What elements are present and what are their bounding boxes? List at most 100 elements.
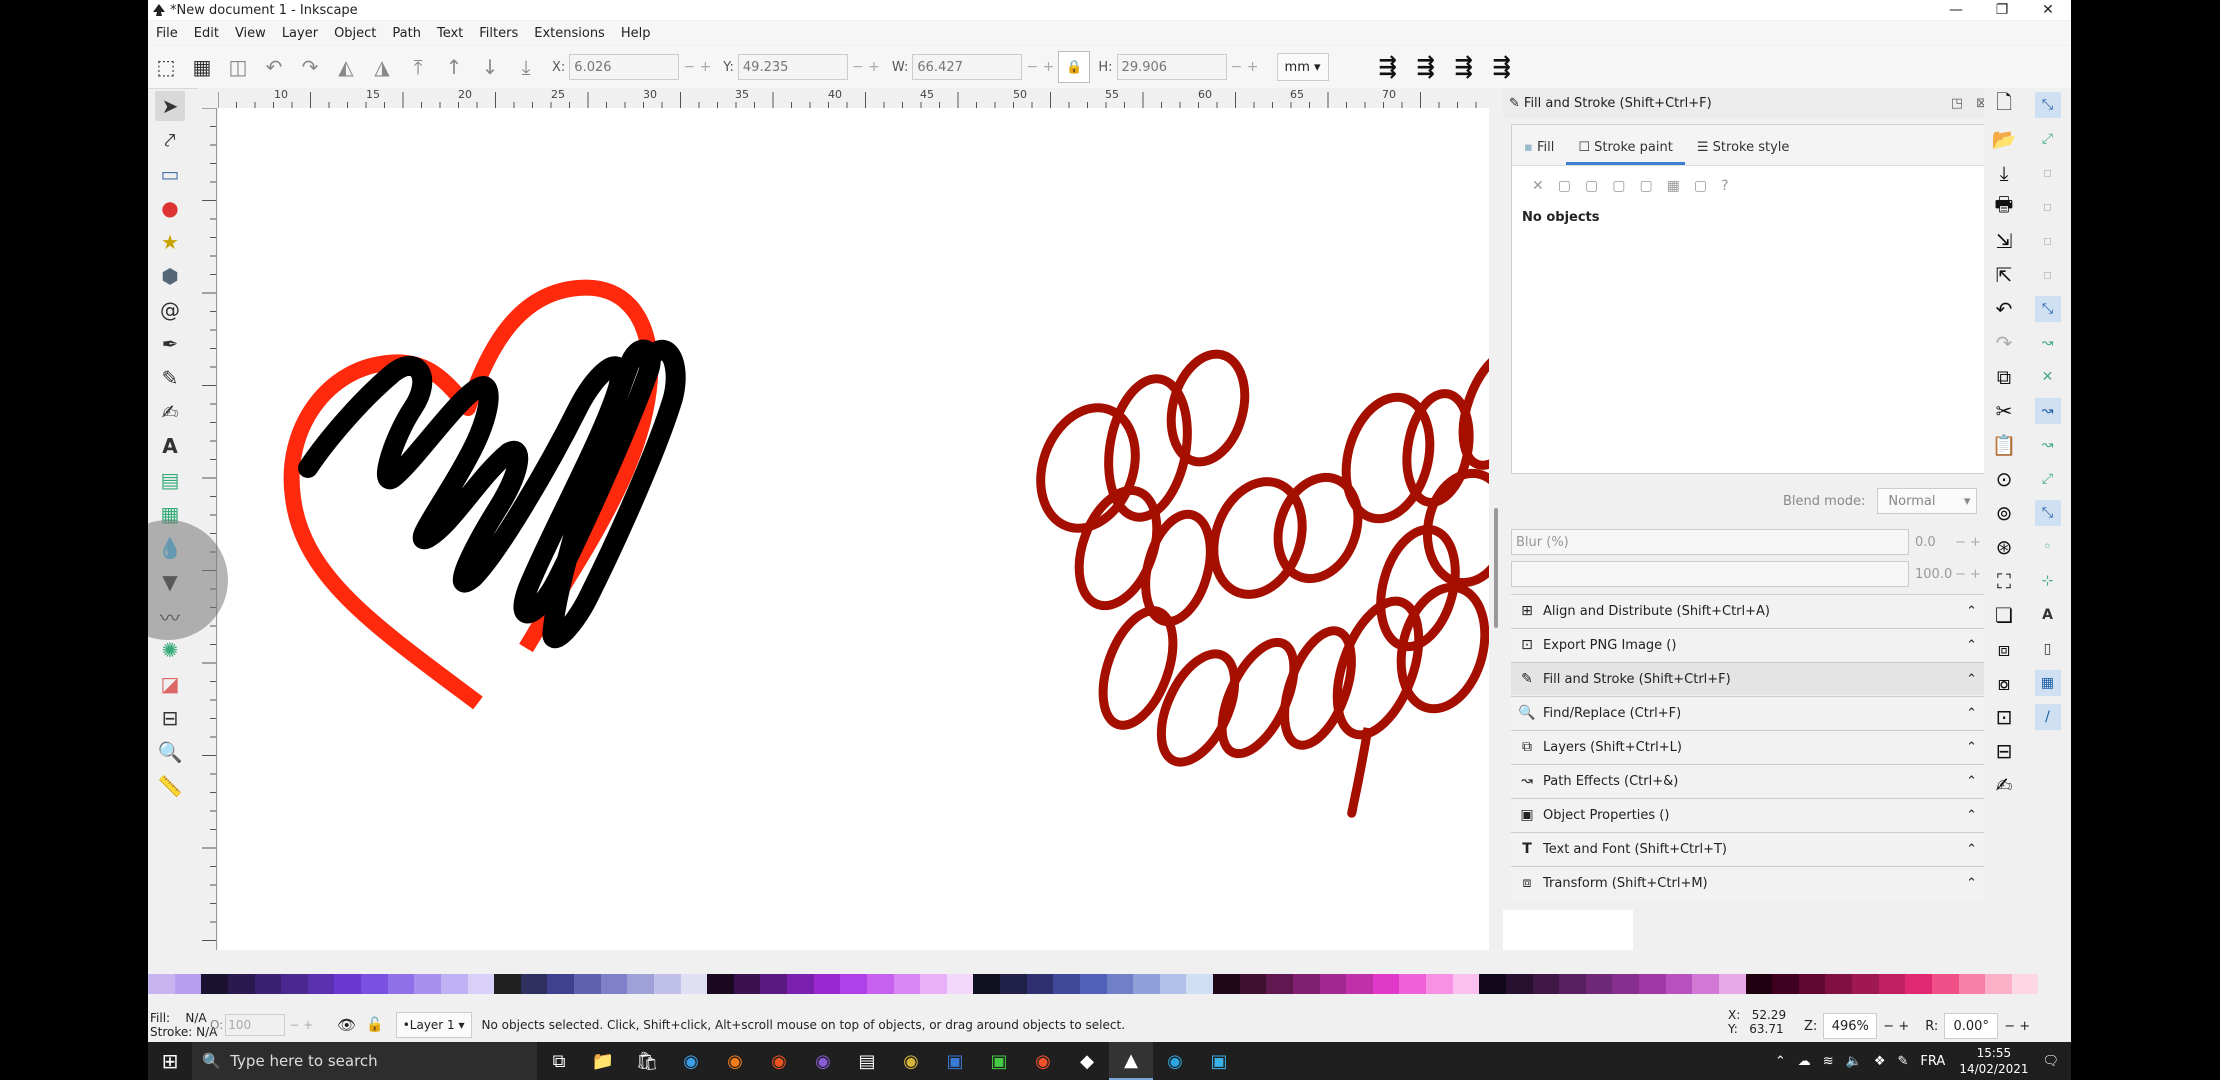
dialog-object-properties[interactable]: ▣ Object Properties () ⌃ (1511, 798, 1987, 831)
palette-swatch[interactable] (600, 974, 628, 994)
chevron-up-icon[interactable]: ⌃ (1775, 1054, 1786, 1069)
snap-bbox-corner-icon[interactable]: ▫ (2035, 194, 2061, 220)
opacity-slider[interactable] (1511, 561, 1909, 587)
telegram-icon[interactable]: ◉ (1153, 1042, 1197, 1080)
ellipse-tool-icon[interactable]: ● (155, 193, 185, 223)
blur-value[interactable]: 0.0 (1909, 535, 1955, 550)
dialog-transform[interactable]: ⧈ Transform (Shift+Ctrl+M) ⌃ (1511, 866, 1987, 899)
palette-swatch[interactable] (254, 974, 282, 994)
menu-edit[interactable]: Edit (186, 26, 227, 41)
palette-swatch[interactable] (1133, 974, 1160, 994)
menu-filters[interactable]: Filters (471, 26, 526, 41)
dialog-align-distribute[interactable]: ⊞ Align and Distribute (Shift+Ctrl+A) ⌃ (1511, 594, 1987, 627)
scale-stroke-icon[interactable]: ⇶ (1372, 52, 1404, 82)
palette-swatch[interactable] (813, 974, 841, 994)
snap-page-border-icon[interactable]: ▯ (2035, 636, 2061, 662)
palette-swatch[interactable] (494, 974, 521, 994)
lock-icon[interactable]: 🔒 (1058, 51, 1091, 83)
palette-swatch[interactable] (707, 974, 734, 994)
palette-swatch[interactable] (1106, 974, 1134, 994)
palette-swatch[interactable] (733, 974, 761, 994)
palette-swatch[interactable] (973, 974, 1000, 994)
store-icon[interactable]: 🛍 (625, 1042, 669, 1080)
palette-swatch[interactable] (627, 974, 654, 994)
group-icon[interactable]: ⊡ (1989, 702, 2019, 732)
palette-swatch[interactable] (1692, 974, 1719, 994)
pencil-tool-icon[interactable]: ✎ (155, 363, 185, 393)
palette-swatch[interactable] (547, 974, 574, 994)
spiral-tool-icon[interactable]: @ (155, 295, 185, 325)
file-explorer-icon[interactable]: 📁 (581, 1042, 625, 1080)
opacity-input[interactable]: 100 (225, 1014, 286, 1036)
import-icon[interactable]: ⇲ (1989, 226, 2019, 256)
palette-swatch[interactable] (866, 974, 894, 994)
y-input[interactable]: 49.235 (737, 54, 848, 80)
palette-swatch[interactable] (1718, 974, 1746, 994)
export-icon[interactable]: ⇱ (1989, 260, 2019, 290)
blur-slider[interactable]: Blur (%) (1511, 529, 1909, 555)
layer-select[interactable]: •Layer 1 ▾ (395, 1012, 472, 1038)
palette-swatch[interactable] (1426, 974, 1453, 994)
rotate-cw-icon[interactable]: ↷ (295, 52, 325, 82)
palette-swatch[interactable] (1905, 974, 1932, 994)
palette-swatch[interactable] (760, 974, 787, 994)
palette-swatch[interactable] (1479, 974, 1506, 994)
pattern-icon[interactable]: ▦ (1667, 178, 1680, 194)
dialog-layers[interactable]: ⧉ Layers (Shift+Ctrl+L) ⌃ (1511, 730, 1987, 763)
w-input[interactable]: 66.427 (912, 54, 1023, 80)
palette-swatch[interactable] (1239, 974, 1267, 994)
opacity-value[interactable]: 100.0 (1909, 567, 1955, 582)
palette-swatch[interactable] (1931, 974, 1959, 994)
ubuntu-icon[interactable]: ◉ (757, 1042, 801, 1080)
duplicate-icon[interactable]: ❏ (1989, 600, 2019, 630)
menu-path[interactable]: Path (384, 26, 429, 41)
zoom-stepper[interactable]: − + (1883, 1019, 1909, 1034)
select-all-icon[interactable]: ⬚ (151, 52, 181, 82)
clone-icon[interactable]: ⧈ (1989, 634, 2019, 664)
palette-swatch[interactable] (893, 974, 921, 994)
app-blue-icon[interactable]: ▣ (933, 1042, 977, 1080)
flip-horizontal-icon[interactable]: ◭ (331, 52, 361, 82)
app-green-icon[interactable]: ▣ (977, 1042, 1021, 1080)
palette-swatch[interactable] (414, 974, 441, 994)
snap-guide-icon[interactable]: / (2034, 704, 2061, 730)
palette-swatch[interactable] (1559, 974, 1586, 994)
palette-swatch[interactable] (1213, 974, 1240, 994)
lower-icon[interactable]: ↓ (475, 52, 505, 82)
palette-swatch[interactable] (1292, 974, 1320, 994)
zoom-input[interactable]: 496% (1823, 1013, 1878, 1039)
node-tool-icon[interactable]: ⤤ (155, 125, 185, 155)
flat-color-icon[interactable]: ▢ (1558, 178, 1571, 194)
undo-icon[interactable]: ↶ (1989, 294, 2019, 324)
snap-center-icon[interactable]: ◦ (2035, 534, 2061, 560)
app-purple-icon[interactable]: ◉ (801, 1042, 845, 1080)
eraser-tool-icon[interactable]: ◪ (155, 669, 185, 699)
brave-icon[interactable]: ◉ (1021, 1042, 1065, 1080)
h-input[interactable]: 29.906 (1116, 54, 1227, 80)
wifi-icon[interactable]: ≋ (1823, 1054, 1834, 1069)
measure-tool-icon[interactable]: 📏 (155, 771, 185, 801)
gradient-tool-icon[interactable]: ▤ (155, 465, 185, 495)
redo-icon[interactable]: ↷ (1989, 328, 2019, 358)
palette-swatch[interactable] (680, 974, 708, 994)
palette-swatch[interactable] (1958, 974, 1986, 994)
move-patterns-icon[interactable]: ⇶ (1486, 52, 1518, 82)
pen-icon[interactable]: ✎ (1898, 1054, 1909, 1069)
palette-swatch[interactable] (1532, 974, 1560, 994)
inkscape-taskbar-icon[interactable]: ▲ (1109, 1042, 1153, 1080)
menu-layer[interactable]: Layer (274, 26, 326, 41)
palette-swatch[interactable] (281, 974, 308, 994)
save-icon[interactable]: ⤓ (1989, 158, 2019, 188)
maximize-button[interactable]: ❐ (1979, 0, 2025, 20)
open-icon[interactable]: 📂 (1989, 124, 2019, 154)
palette-swatch[interactable] (307, 974, 335, 994)
palette-swatch[interactable] (1399, 974, 1426, 994)
dialog-path-effects[interactable]: ↝ Path Effects (Ctrl+&) ⌃ (1511, 764, 1987, 797)
darkred-scribble[interactable] (1025, 341, 1547, 818)
deselect-icon[interactable]: ◫ (223, 52, 253, 82)
lower-to-bottom-icon[interactable]: ⤓ (511, 52, 541, 82)
palette-swatch[interactable] (1585, 974, 1613, 994)
mesh-gradient-icon[interactable]: ▢ (1639, 178, 1652, 194)
palette-swatch[interactable] (1346, 974, 1373, 994)
new-document-icon[interactable]: 🗋 (1989, 90, 2019, 120)
